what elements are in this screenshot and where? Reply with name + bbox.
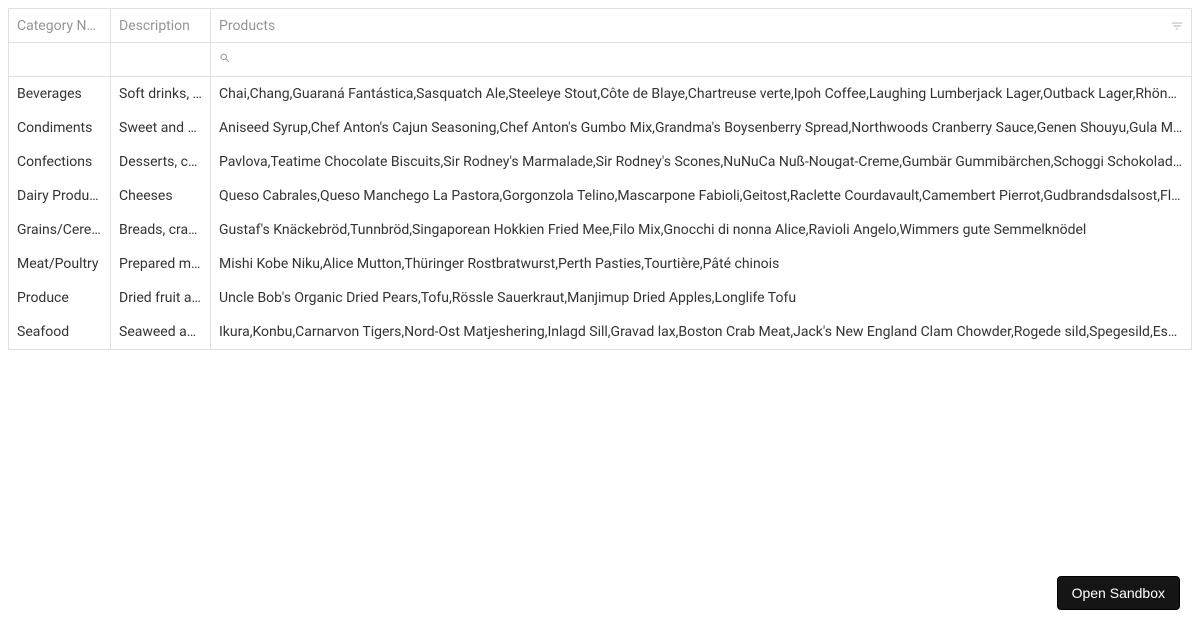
filter-input-products[interactable]: [235, 52, 1183, 68]
cell-products: Chai,Chang,Guaraná Fantástica,Sasquatch …: [211, 77, 1191, 111]
cell-text: Confections: [17, 154, 102, 170]
cell-text: Mishi Kobe Niku,Alice Mutton,Thüringer R…: [219, 256, 1183, 272]
cell-description: Breads, crackers, pasta, and cereal: [111, 213, 211, 247]
column-header-category-name[interactable]: Category Name: [9, 9, 111, 42]
cell-category-name: Meat/Poultry: [9, 247, 111, 281]
cell-text: Dried fruit and bean curd: [119, 290, 202, 306]
cell-description: Seaweed and fish: [111, 315, 211, 349]
cell-text: Chai,Chang,Guaraná Fantástica,Sasquatch …: [219, 86, 1183, 102]
open-sandbox-button[interactable]: Open Sandbox: [1057, 576, 1180, 610]
filter-input-category-name[interactable]: [17, 52, 102, 68]
cell-text: Prepared meats: [119, 256, 202, 272]
column-header-products[interactable]: Products: [211, 9, 1191, 42]
cell-description: Sweet and savory sauces, relishes, sprea…: [111, 111, 211, 145]
column-header-label: Products: [219, 18, 1183, 34]
filter-icon[interactable]: [1169, 18, 1185, 34]
cell-text: Queso Cabrales,Queso Manchego La Pastora…: [219, 188, 1183, 204]
cell-text: Ikura,Konbu,Carnarvon Tigers,Nord-Ost Ma…: [219, 324, 1183, 340]
cell-text: Beverages: [17, 86, 102, 102]
cell-text: Aniseed Syrup,Chef Anton's Cajun Seasoni…: [219, 120, 1183, 136]
cell-text: Pavlova,Teatime Chocolate Biscuits,Sir R…: [219, 154, 1183, 170]
cell-text: Produce: [17, 290, 102, 306]
column-header-label: Description: [119, 18, 202, 34]
cell-description: Prepared meats: [111, 247, 211, 281]
search-icon: [219, 52, 231, 67]
table-row[interactable]: Produce Dried fruit and bean curd Uncle Bo…: [9, 281, 1191, 315]
cell-category-name: Grains/Cereals: [9, 213, 111, 247]
column-header-description[interactable]: Description: [111, 9, 211, 42]
cell-products: Gustaf's Knäckebröd,Tunnbröd,Singaporean…: [211, 213, 1191, 247]
cell-description: Dried fruit and bean curd: [111, 281, 211, 315]
cell-products: Pavlova,Teatime Chocolate Biscuits,Sir R…: [211, 145, 1191, 179]
cell-description: Desserts, candies, and sweet breads: [111, 145, 211, 179]
table-row[interactable]: Confections Desserts, candies, and sweet …: [9, 145, 1191, 179]
cell-text: Seafood: [17, 324, 102, 340]
cell-text: Seaweed and fish: [119, 324, 202, 340]
cell-text: Sweet and savory sauces, relishes, sprea…: [119, 120, 202, 136]
cell-products: Queso Cabrales,Queso Manchego La Pastora…: [211, 179, 1191, 213]
cell-category-name: Beverages: [9, 77, 111, 111]
table-row[interactable]: Seafood Seaweed and fish Ikura,Konbu,Carna…: [9, 315, 1191, 349]
table-row[interactable]: Dairy Products Cheeses Queso Cabrales,Ques…: [9, 179, 1191, 213]
cell-category-name: Condiments: [9, 111, 111, 145]
cell-products: Uncle Bob's Organic Dried Pears,Tofu,Rös…: [211, 281, 1191, 315]
table-row[interactable]: Beverages Soft drinks, coffees, teas, bee…: [9, 77, 1191, 111]
table-row[interactable]: Condiments Sweet and savory sauces, relis…: [9, 111, 1191, 145]
cell-text: Gustaf's Knäckebröd,Tunnbröd,Singaporean…: [219, 222, 1183, 238]
table-row[interactable]: Grains/Cereals Breads, crackers, pasta, a…: [9, 213, 1191, 247]
cell-products: Ikura,Konbu,Carnarvon Tigers,Nord-Ost Ma…: [211, 315, 1191, 349]
grid-body: Beverages Soft drinks, coffees, teas, bee…: [9, 77, 1191, 349]
cell-category-name: Seafood: [9, 315, 111, 349]
cell-description: Soft drinks, coffees, teas, beers, and a…: [111, 77, 211, 111]
cell-text: Meat/Poultry: [17, 256, 102, 272]
cell-text: Condiments: [17, 120, 102, 136]
filter-input-description[interactable]: [119, 52, 202, 68]
filter-cell-products[interactable]: [211, 43, 1191, 76]
filter-cell-category-name[interactable]: [9, 43, 111, 76]
cell-text: Uncle Bob's Organic Dried Pears,Tofu,Rös…: [219, 290, 1183, 306]
cell-category-name: Confections: [9, 145, 111, 179]
table-row[interactable]: Meat/Poultry Prepared meats Mishi Kobe Nik…: [9, 247, 1191, 281]
grid-header-row: Category Name Description Products: [9, 9, 1191, 43]
cell-text: Dairy Products: [17, 188, 102, 204]
cell-text: Cheeses: [119, 188, 202, 204]
cell-text: Soft drinks, coffees, teas, beers, and a…: [119, 86, 202, 102]
filter-cell-description[interactable]: [111, 43, 211, 76]
cell-products: Aniseed Syrup,Chef Anton's Cajun Seasoni…: [211, 111, 1191, 145]
data-grid: Category Name Description Products: [8, 8, 1192, 350]
grid-filter-row: [9, 43, 1191, 77]
cell-text: Grains/Cereals: [17, 222, 102, 238]
column-header-label: Category Name: [17, 18, 102, 34]
cell-category-name: Dairy Products: [9, 179, 111, 213]
cell-products: Mishi Kobe Niku,Alice Mutton,Thüringer R…: [211, 247, 1191, 281]
cell-category-name: Produce: [9, 281, 111, 315]
cell-text: Desserts, candies, and sweet breads: [119, 154, 202, 170]
cell-description: Cheeses: [111, 179, 211, 213]
cell-text: Breads, crackers, pasta, and cereal: [119, 222, 202, 238]
